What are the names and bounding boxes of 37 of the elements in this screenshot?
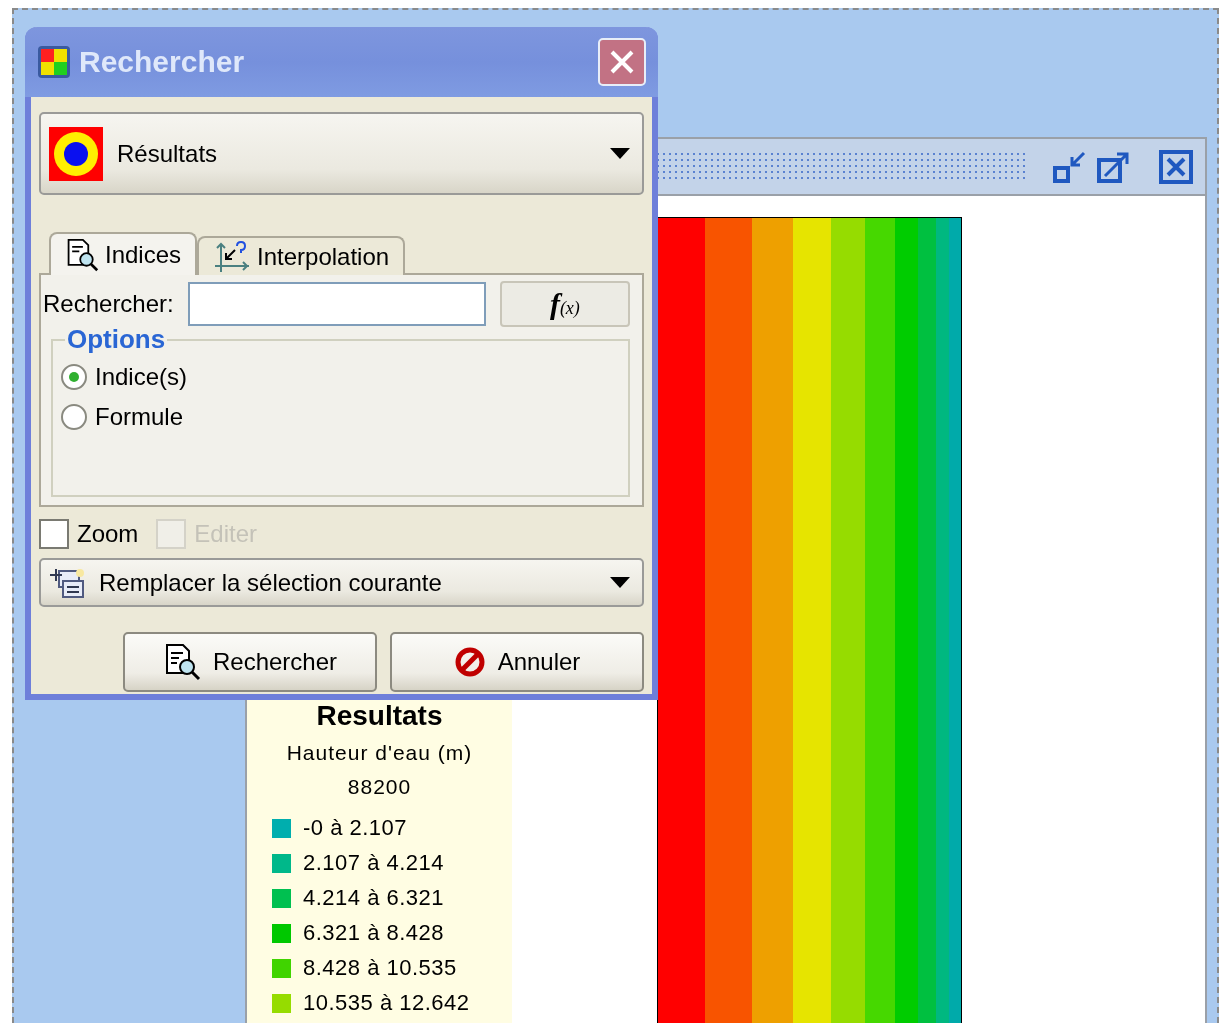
radio-icon[interactable] xyxy=(61,364,87,390)
legend-label: 10.535 à 12.642 xyxy=(303,990,470,1016)
search-field[interactable] xyxy=(187,282,486,326)
tab[interactable]: Indices xyxy=(49,232,198,275)
target-icon xyxy=(49,126,103,181)
close-button[interactable] xyxy=(598,38,646,86)
search-icon xyxy=(65,237,99,272)
prohibit-icon xyxy=(453,646,486,678)
checkbox-option[interactable]: Zoom xyxy=(39,519,139,549)
dialog-title: Rechercher xyxy=(79,45,246,79)
legend-label: 2.107 à 4.214 xyxy=(303,850,445,876)
axes-icon xyxy=(213,239,252,274)
tab[interactable]: Interpolation xyxy=(197,236,406,275)
app-icon xyxy=(37,45,71,79)
layer-dropdown[interactable]: Résultats xyxy=(39,112,644,195)
legend-label: 8.428 à 10.535 xyxy=(303,955,457,981)
close-icon xyxy=(609,49,635,75)
caret-icon xyxy=(610,576,630,589)
checkbox[interactable] xyxy=(39,519,69,549)
radio-option[interactable]: Indice(s) xyxy=(61,363,620,391)
radio-icon[interactable] xyxy=(61,404,87,430)
legend-label: -0 à 2.107 xyxy=(303,815,408,841)
selection-mode-dropdown[interactable]: Remplacer la sélection courante xyxy=(39,558,644,607)
legend-variable: Hauteur d'eau (m) xyxy=(286,741,473,765)
search-button[interactable]: Rechercher xyxy=(123,632,377,692)
legend-time: 88200 xyxy=(347,775,412,799)
list-icon xyxy=(49,566,85,599)
cancel-button[interactable]: Annuler xyxy=(390,632,644,692)
minimize-icon[interactable] xyxy=(1053,149,1087,184)
search-label: Rechercher: xyxy=(43,290,174,318)
caret-icon xyxy=(610,147,630,160)
radio-option[interactable]: Formule xyxy=(61,403,620,431)
close-icon[interactable] xyxy=(1159,149,1193,184)
legend-label: 6.321 à 8.428 xyxy=(303,920,445,946)
legend-label: 4.214 à 6.321 xyxy=(303,885,445,911)
legend-title: Resultats xyxy=(316,701,443,731)
formula-button[interactable]: f(x) xyxy=(499,281,630,327)
